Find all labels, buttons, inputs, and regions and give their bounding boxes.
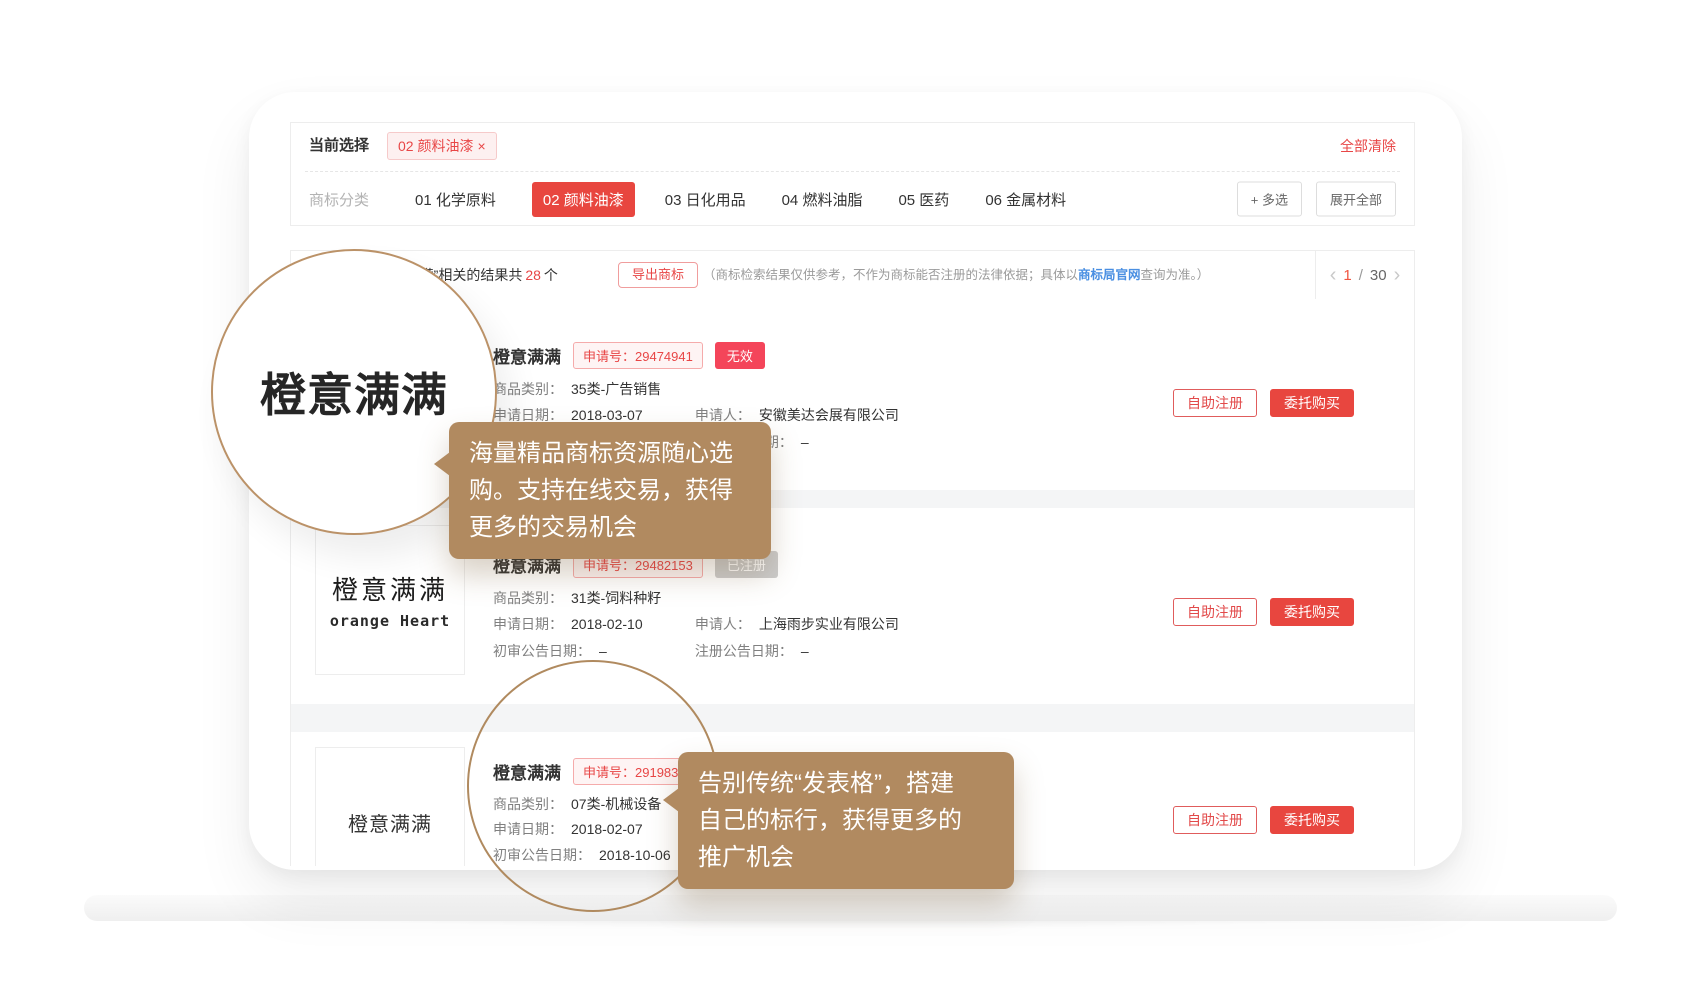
field-category: 商品类别：31类-饲料种籽: [493, 588, 661, 608]
category-item-01[interactable]: 01 化学原料: [415, 189, 496, 210]
application-number-label: 申请号：: [583, 349, 635, 364]
current-selection-label: 当前选择: [309, 123, 369, 169]
category-label: 商标分类: [309, 189, 369, 210]
pagination: ‹ 1 / 30 ›: [1315, 251, 1414, 299]
row-actions: 自助注册 委托购买: [1173, 598, 1354, 626]
category-item-06[interactable]: 06 金属材料: [985, 189, 1066, 210]
trademark-image-card: 橙意满满: [315, 747, 465, 866]
page-separator: /: [1359, 267, 1363, 284]
field-line: 初审公告日期：– 注册公告日期：–: [493, 641, 809, 659]
field-applicant: 申请人：上海雨步实业有限公司: [695, 614, 899, 634]
tooltip-line: 告别传统“发表格”，搭建: [698, 765, 994, 802]
trademark-image-subtext: orange Heart: [330, 612, 450, 630]
entrust-buy-button[interactable]: 委托购买: [1270, 806, 1354, 834]
results-count-unit: 个: [544, 267, 558, 283]
field-first-publication: 初审公告日期：–: [493, 641, 691, 661]
category-row: 商标分类 01 化学原料 02 颜料油漆 03 日化用品 04 燃料油脂 05 …: [291, 173, 1414, 225]
filter-panel: 当前选择 02 颜料油漆× 全部清除 商标分类 01 化学原料 02 颜料油漆 …: [290, 122, 1415, 226]
disclaimer-suffix: 查询为准。）: [1141, 268, 1210, 282]
field-line: 商品类别：35类-广告销售: [493, 379, 661, 397]
category-item-03[interactable]: 03 日化用品: [665, 189, 746, 210]
category-item-02-selected[interactable]: 02 颜料油漆: [532, 182, 635, 217]
tooltip-arrow-icon: [434, 452, 450, 476]
multi-select-button[interactable]: + 多选: [1237, 182, 1302, 217]
current-page: 1: [1343, 267, 1351, 284]
tooltip-line: 更多的交易机会: [469, 509, 751, 546]
field-line: 申请日期：2018-02-10 申请人：上海雨步实业有限公司: [493, 614, 899, 632]
next-page-icon[interactable]: ›: [1394, 265, 1401, 285]
disclaimer-prefix: （商标检索结果仅供参考，不作为商标能否注册的法律依据；具体以: [703, 268, 1078, 282]
field-registration-publication: 注册公告日期：–: [695, 641, 809, 661]
category-item-05[interactable]: 05 医药: [898, 189, 949, 210]
total-pages: 30: [1370, 267, 1387, 284]
tooltip-marketplace: 海量精品商标资源随心选 购。支持在线交易，获得 更多的交易机会: [449, 422, 771, 559]
magnified-trademark-text: 橙意满满: [260, 359, 448, 425]
clear-all-button[interactable]: 全部清除: [1340, 123, 1396, 169]
divider: [305, 171, 1400, 172]
category-actions: + 多选 展开全部: [1237, 182, 1396, 217]
application-number-value: 29474941: [635, 349, 693, 364]
entrust-buy-button[interactable]: 委托购买: [1270, 389, 1354, 417]
export-trademark-button[interactable]: 导出商标: [618, 262, 698, 288]
trademark-name: 橙意满满: [493, 343, 561, 368]
field-line: 商品类别：31类-饲料种籽: [493, 588, 661, 606]
tooltip-line: 自己的标行，获得更多的: [698, 802, 994, 839]
expand-all-button[interactable]: 展开全部: [1316, 182, 1396, 217]
field-line: 申请日期：2018-03-07 申请人：安徽美达会展有限公司: [493, 405, 899, 423]
entrust-buy-button[interactable]: 委托购买: [1270, 598, 1354, 626]
self-register-button[interactable]: 自助注册: [1173, 389, 1257, 417]
tooltip-line: 购。支持在线交易，获得: [469, 472, 751, 509]
self-register-button[interactable]: 自助注册: [1173, 806, 1257, 834]
tooltip-arrow-icon: [663, 788, 679, 812]
trademark-office-link[interactable]: 商标局官网: [1078, 268, 1141, 282]
tooltip-line: 推广机会: [698, 839, 994, 876]
tooltip-promotion: 告别传统“发表格”，搭建 自己的标行，获得更多的 推广机会: [678, 752, 1014, 889]
current-selection-row: 当前选择 02 颜料油漆× 全部清除: [291, 123, 1414, 169]
selected-filter-tag-label: 02 颜料油漆: [398, 138, 473, 154]
prev-page-icon[interactable]: ‹: [1330, 265, 1337, 285]
trademark-image-card: 橙意满满 orange Heart: [315, 525, 465, 675]
category-item-04[interactable]: 04 燃料油脂: [782, 189, 863, 210]
tag-close-icon[interactable]: ×: [477, 138, 485, 154]
application-number-tag: 申请号：29474941: [573, 342, 703, 369]
field-category: 商品类别：35类-广告销售: [493, 379, 661, 399]
results-summary-bar: 检索到“橙意满满”相关的结果共28个 导出商标 （商标检索结果仅供参考，不作为商…: [291, 251, 1414, 300]
row-actions: 自助注册 委托购买: [1173, 806, 1354, 834]
laptop-base: [84, 895, 1617, 921]
application-number-value: 29482153: [635, 558, 693, 573]
row-divider: [291, 704, 1414, 732]
status-badge: 无效: [715, 342, 765, 369]
row-actions: 自助注册 委托购买: [1173, 389, 1354, 417]
tooltip-line: 海量精品商标资源随心选: [469, 435, 751, 472]
trademark-image-text: 橙意满满: [348, 808, 432, 837]
selected-filter-tag[interactable]: 02 颜料油漆×: [387, 132, 497, 160]
self-register-button[interactable]: 自助注册: [1173, 598, 1257, 626]
field-apply-date: 申请日期：2018-02-10: [493, 614, 691, 634]
trademark-image-text: 橙意满满: [332, 570, 448, 607]
results-count: 28: [525, 267, 541, 283]
trademark-title-line: 橙意满满 申请号：29474941 无效: [493, 342, 765, 368]
disclaimer-text: （商标检索结果仅供参考，不作为商标能否注册的法律依据；具体以商标局官网查询为准。…: [703, 251, 1209, 299]
application-number-label: 申请号：: [583, 558, 635, 573]
